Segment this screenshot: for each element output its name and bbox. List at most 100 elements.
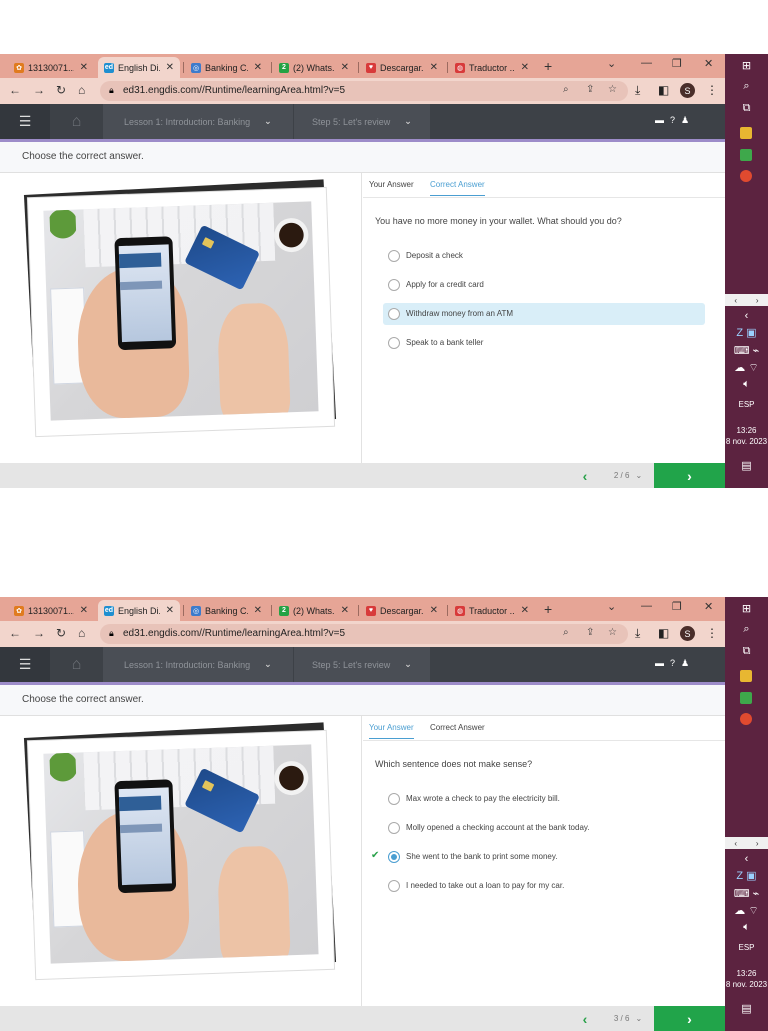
radio-button[interactable] (388, 308, 400, 320)
chevron-up-icon[interactable]: ‹ (725, 310, 768, 322)
notifications-icon[interactable]: ▤ (725, 1002, 768, 1015)
close-tab-icon[interactable]: ✕ (80, 605, 88, 616)
volume-icon[interactable]: 🔈︎ (725, 921, 768, 934)
reload-icon[interactable]: ↻ (56, 83, 66, 97)
share-icon[interactable]: ⇪ (586, 84, 594, 95)
close-tab-icon[interactable]: ✕ (80, 62, 88, 73)
search-icon[interactable]: ⌕ (725, 623, 768, 636)
tab-your-answer[interactable]: Your Answer (369, 180, 414, 195)
home-icon[interactable]: ⌂ (78, 83, 85, 97)
minimize-button[interactable]: — (641, 57, 652, 69)
radio-button[interactable] (388, 880, 400, 892)
answer-option[interactable]: ✔ She went to the bank to print some mone… (371, 846, 705, 868)
zoom-icon[interactable]: ⌕ (563, 84, 569, 95)
answer-option[interactable]: Deposit a check (383, 245, 705, 267)
reload-icon[interactable]: ↻ (56, 626, 66, 640)
windows-start-icon[interactable]: ⊞ (725, 59, 768, 72)
back-arrow-icon[interactable]: ← (9, 626, 21, 640)
store-icon[interactable] (740, 692, 752, 704)
page-selector[interactable]: 2 / 6 ⌄ (602, 463, 654, 488)
file-explorer-icon[interactable] (740, 127, 752, 139)
page-selector[interactable]: 3 / 6 ⌄ (602, 1006, 654, 1031)
browser-tab[interactable]: ◎ Banking C... ✕ (185, 57, 268, 78)
taskbar-scroll[interactable]: ‹ › (725, 294, 768, 306)
browser-tab[interactable]: ♥ Descargar... ✕ (360, 57, 444, 78)
language-indicator[interactable]: ESP (725, 400, 768, 409)
task-view-icon[interactable]: ⧉ (725, 645, 768, 658)
browser-tab[interactable]: 2 (2) Whats... ✕ (273, 57, 355, 78)
help-icon[interactable]: ? (670, 115, 675, 126)
task-view-icon[interactable]: ⧉ (725, 102, 768, 115)
download-icon[interactable]: ⤓ (635, 626, 640, 641)
clock-time[interactable]: 13:26 (725, 426, 768, 435)
keyboard-icon[interactable]: ⌨ ⌁ (725, 344, 768, 357)
star-icon[interactable]: ☆ (608, 84, 617, 95)
back-arrow-icon[interactable]: ← (9, 83, 21, 97)
zoom-app-icon[interactable]: Z ▣ (725, 869, 768, 882)
close-tab-icon[interactable]: ✕ (521, 605, 529, 616)
message-icon[interactable]: ▬ (655, 115, 664, 126)
menu-icon[interactable]: ☰ (0, 647, 50, 682)
radio-button[interactable] (388, 851, 400, 863)
tab-correct-answer[interactable]: Correct Answer (430, 723, 485, 738)
radio-button[interactable] (388, 822, 400, 834)
close-tab-icon[interactable]: ✕ (521, 62, 529, 73)
chevron-down-icon[interactable]: ⌄ (607, 600, 616, 613)
radio-button[interactable] (388, 250, 400, 262)
address-bar[interactable]: 🔒︎ ed31.engdis.com//Runtime/learningArea… (100, 624, 628, 644)
user-icon[interactable]: ♟ (681, 658, 689, 669)
close-tab-icon[interactable]: ✕ (341, 605, 349, 616)
language-indicator[interactable]: ESP (725, 943, 768, 952)
minimize-button[interactable]: — (641, 600, 652, 612)
windows-start-icon[interactable]: ⊞ (725, 602, 768, 615)
browser-tab[interactable]: ◍ Traductor ... ✕ (449, 57, 535, 78)
search-icon[interactable]: ⌕ (725, 80, 768, 93)
radio-button[interactable] (388, 337, 400, 349)
address-bar[interactable]: 🔒︎ ed31.engdis.com//Runtime/learningArea… (100, 81, 628, 101)
zoom-icon[interactable]: ⌕ (563, 627, 569, 638)
side-panel-icon[interactable]: ◧ (658, 83, 669, 97)
profile-avatar[interactable]: S (680, 83, 695, 98)
home-icon[interactable]: ⌂ (78, 626, 85, 640)
browser-tab[interactable]: ed English Di... ✕ (98, 600, 180, 621)
new-tab-button[interactable]: + (544, 58, 552, 74)
radio-button[interactable] (388, 793, 400, 805)
chevron-down-icon[interactable]: ⌄ (607, 57, 616, 70)
close-window-button[interactable]: ✕ (704, 57, 713, 70)
close-tab-icon[interactable]: ✕ (341, 62, 349, 73)
star-icon[interactable]: ☆ (608, 627, 617, 638)
keyboard-icon[interactable]: ⌨ ⌁ (725, 887, 768, 900)
browser-tab[interactable]: ◎ Banking C... ✕ (185, 600, 268, 621)
chevron-up-icon[interactable]: ‹ (725, 853, 768, 865)
file-explorer-icon[interactable] (740, 670, 752, 682)
answer-option[interactable]: Max wrote a check to pay the electricity… (383, 788, 705, 810)
message-icon[interactable]: ▬ (655, 658, 664, 669)
answer-option[interactable]: Speak to a bank teller (383, 332, 705, 354)
step-dropdown[interactable]: Step 5: Let's review ⌄ (294, 104, 430, 139)
close-window-button[interactable]: ✕ (704, 600, 713, 613)
browser-tab[interactable]: ♥ Descargar... ✕ (360, 600, 444, 621)
menu-icon[interactable]: ☰ (0, 104, 50, 139)
close-tab-icon[interactable]: ✕ (166, 605, 174, 616)
restore-button[interactable]: ❐ (672, 57, 682, 70)
taskbar-scroll[interactable]: ‹ › (725, 837, 768, 849)
previous-button[interactable]: ‹ (568, 1006, 602, 1031)
profile-avatar[interactable]: S (680, 626, 695, 641)
more-menu-icon[interactable]: ⋮ (706, 83, 718, 97)
answer-option[interactable]: I needed to take out a loan to pay for m… (383, 875, 705, 897)
next-button[interactable]: › (654, 1006, 725, 1031)
previous-button[interactable]: ‹ (568, 463, 602, 488)
clock-date[interactable]: 8 nov. 2023 (725, 980, 768, 989)
answer-option[interactable]: Apply for a credit card (383, 274, 705, 296)
close-tab-icon[interactable]: ✕ (254, 605, 262, 616)
home-button[interactable]: ⌂ (50, 647, 103, 682)
zoom-app-icon[interactable]: Z ▣ (725, 326, 768, 339)
new-tab-button[interactable]: + (544, 601, 552, 617)
next-button[interactable]: › (654, 463, 725, 488)
browser-tab[interactable]: ✿ 13130071... ✕ (8, 57, 94, 78)
user-icon[interactable]: ♟ (681, 115, 689, 126)
store-icon[interactable] (740, 149, 752, 161)
wifi-icon[interactable]: ☁ ⌔ (725, 361, 768, 375)
tab-your-answer[interactable]: Your Answer (369, 723, 414, 739)
forward-arrow-icon[interactable]: → (33, 83, 45, 97)
